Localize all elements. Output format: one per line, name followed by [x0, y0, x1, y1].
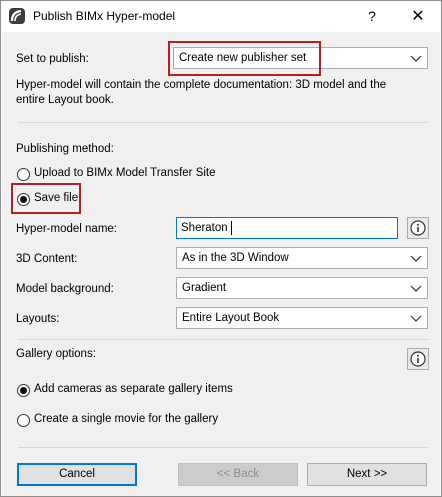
divider: [18, 122, 428, 123]
publish-dialog: Publish BIMx Hyper-model ? ✕ Set to publ…: [0, 0, 442, 497]
save-file-highlight: [11, 183, 81, 214]
chevron-down-icon: [410, 255, 422, 262]
close-button[interactable]: ✕: [395, 1, 441, 31]
3d-content-value: As in the 3D Window: [182, 252, 289, 264]
chevron-down-icon: [410, 315, 422, 322]
3d-content-dropdown[interactable]: As in the 3D Window: [176, 247, 428, 269]
chevron-down-icon: [410, 55, 422, 62]
name-info-button[interactable]: [407, 217, 429, 239]
model-background-value: Gradient: [182, 282, 227, 294]
help-button[interactable]: ?: [349, 1, 395, 31]
add-cameras-radio-label: Add cameras as separate gallery items: [34, 383, 233, 395]
cancel-button[interactable]: Cancel: [17, 463, 137, 486]
hypermodel-name-input[interactable]: Sheraton: [176, 217, 398, 239]
gallery-info-button[interactable]: [407, 348, 429, 370]
gallery-options-heading: Gallery options:: [16, 348, 96, 360]
publish-description: Hyper-model will contain the complete do…: [16, 79, 387, 106]
model-background-dropdown[interactable]: Gradient: [176, 277, 428, 299]
info-icon: [410, 351, 426, 367]
text-caret: [231, 221, 232, 235]
layouts-dropdown[interactable]: Entire Layout Book: [176, 307, 428, 329]
archicad-app-icon: [9, 8, 25, 24]
upload-radio-label: Upload to BIMx Model Transfer Site: [34, 167, 216, 179]
3d-content-label: 3D Content:: [16, 253, 78, 265]
back-button[interactable]: << Back: [178, 463, 298, 486]
window-title: Publish BIMx Hyper-model: [33, 9, 176, 23]
divider: [18, 447, 428, 448]
single-movie-radio-label: Create a single movie for the gallery: [34, 413, 219, 425]
info-icon: [410, 220, 426, 236]
layouts-value: Entire Layout Book: [182, 312, 280, 324]
add-cameras-radio[interactable]: [17, 384, 30, 397]
chevron-down-icon: [410, 285, 422, 292]
set-to-publish-label: Set to publish:: [16, 53, 89, 65]
model-background-label: Model background:: [16, 283, 114, 295]
hypermodel-name-label: Hyper-model name:: [16, 223, 117, 235]
dialog-body: Set to publish: Create new publisher set…: [2, 32, 440, 496]
layouts-label: Layouts:: [16, 313, 60, 325]
upload-radio[interactable]: [17, 168, 30, 181]
publisher-set-highlight: [168, 41, 321, 76]
title-bar: Publish BIMx Hyper-model ? ✕: [1, 1, 441, 32]
next-button[interactable]: Next >>: [307, 463, 427, 486]
divider: [18, 339, 428, 340]
publishing-method-heading: Publishing method:: [16, 143, 114, 155]
single-movie-radio[interactable]: [17, 414, 30, 427]
radio-selected-dot: [20, 387, 27, 394]
hypermodel-name-value: Sheraton: [181, 222, 228, 234]
